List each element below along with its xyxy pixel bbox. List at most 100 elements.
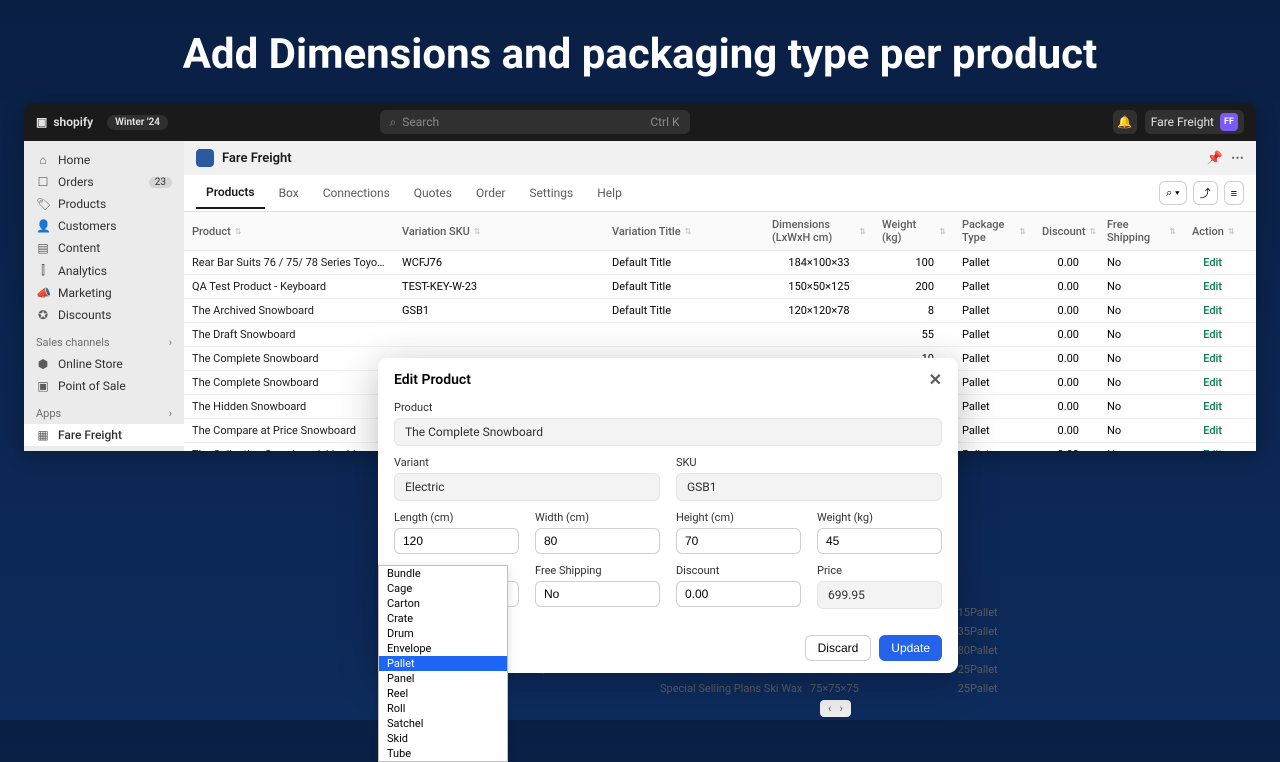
table-header: Product ⇅Variation SKU ⇅Variation Title … — [184, 212, 1256, 251]
sidebar-item-home[interactable]: ⌂Home — [24, 149, 184, 171]
product-field: The Complete Snowboard — [394, 418, 942, 446]
sidebar: ⌂Home☐Orders23🏷Products👤Customers▤Conten… — [24, 141, 184, 451]
close-button[interactable]: ✕ — [929, 370, 942, 389]
dropdown-option-pallet[interactable]: Pallet — [379, 656, 507, 671]
sidebar-item-orders[interactable]: ☐Orders23 — [24, 171, 184, 193]
dropdown-option-tube[interactable]: Tube — [379, 746, 507, 761]
dropdown-option-skid[interactable]: Skid — [379, 731, 507, 746]
tab-settings[interactable]: Settings — [519, 178, 583, 208]
table-row: The Archived SnowboardGSB1Default Title1… — [184, 299, 1256, 323]
sku-field: GSB1 — [676, 473, 942, 501]
package-type-dropdown[interactable]: BundleCageCartonCrateDrumEnvelopePalletP… — [378, 565, 508, 762]
table-row: QA Test Product - KeyboardTEST-KEY-W-23D… — [184, 275, 1256, 299]
edit-button[interactable]: Edit — [1184, 299, 1234, 322]
column-header[interactable]: Variation Title ⇅ — [604, 219, 764, 244]
more-button[interactable]: ⋯ — [1231, 151, 1244, 166]
sidebar-item-analytics[interactable]: ⫿Analytics — [24, 259, 184, 282]
table-row: Rear Bar Suits 76 / 75/ 78 Series Toyota… — [184, 251, 1256, 275]
column-header[interactable]: Discount ⇅ — [1034, 219, 1099, 244]
column-header[interactable]: Weight (kg) ⇅ — [874, 212, 954, 250]
notifications-button[interactable]: 🔔 — [1113, 110, 1137, 134]
tab-box[interactable]: Box — [269, 178, 309, 208]
edit-button[interactable]: Edit — [1184, 347, 1234, 370]
brand-logo: ▣ shopify Winter '24 — [36, 115, 168, 130]
column-header[interactable]: Action ⇅ — [1184, 219, 1234, 244]
orders-count: 23 — [149, 177, 172, 188]
edit-button[interactable]: Edit — [1184, 395, 1234, 418]
home-icon: ⌂ — [36, 153, 50, 167]
width-input[interactable] — [535, 528, 660, 554]
search-filter-button[interactable]: ⌕ ▾ — [1159, 181, 1187, 205]
dropdown-option-envelope[interactable]: Envelope — [379, 641, 507, 656]
chevron-right-icon[interactable]: › — [169, 407, 172, 420]
edit-button[interactable]: Edit — [1184, 443, 1234, 451]
dropdown-option-reel[interactable]: Reel — [379, 686, 507, 701]
price-label: Price — [817, 564, 942, 577]
tabs: ProductsBoxConnectionsQuotesOrderSetting… — [184, 175, 1256, 212]
free-shipping-select[interactable] — [535, 581, 660, 607]
variant-field: Electric — [394, 473, 660, 501]
sidebar-item-content[interactable]: ▤Content — [24, 237, 184, 259]
dropdown-option-roll[interactable]: Roll — [379, 701, 507, 716]
discard-button[interactable]: Discard — [805, 635, 872, 661]
search-icon: ⌕ — [390, 115, 397, 130]
export-button[interactable]: ⤴ — [1193, 181, 1218, 205]
dropdown-option-cage[interactable]: Cage — [379, 581, 507, 596]
orders-icon: ☐ — [36, 175, 50, 189]
tab-quotes[interactable]: Quotes — [404, 178, 462, 208]
edit-button[interactable]: Edit — [1184, 275, 1234, 298]
dropdown-option-panel[interactable]: Panel — [379, 671, 507, 686]
products-icon: 🏷 — [36, 197, 50, 211]
column-header[interactable]: Product ⇅ — [184, 219, 394, 244]
tab-products[interactable]: Products — [196, 177, 265, 209]
search-input[interactable]: ⌕Search Ctrl K — [380, 110, 690, 134]
discounts-icon: ✪ — [36, 308, 50, 322]
column-header[interactable]: Package Type ⇅ — [954, 212, 1034, 250]
user-menu[interactable]: Fare Freight FF — [1145, 110, 1244, 134]
sidebar-item-discounts[interactable]: ✪Discounts — [24, 304, 184, 326]
content-icon: ▤ — [36, 241, 50, 255]
length-input[interactable] — [394, 528, 519, 554]
search-shortcut: Ctrl K — [650, 115, 679, 129]
pagination[interactable]: ‹ › — [820, 700, 851, 717]
page-title: Fare Freight — [222, 151, 292, 166]
dropdown-option-satchel[interactable]: Satchel — [379, 716, 507, 731]
dropdown-option-bundle[interactable]: Bundle — [379, 566, 507, 581]
height-input[interactable] — [676, 528, 801, 554]
edit-button[interactable]: Edit — [1184, 251, 1234, 274]
column-header[interactable]: Dimensions (LxWxH cm) ⇅ — [764, 212, 874, 250]
weight-label: Weight (kg) — [817, 511, 942, 524]
discount-input[interactable] — [676, 581, 801, 607]
edit-button[interactable]: Edit — [1184, 371, 1234, 394]
user-name: Fare Freight — [1151, 115, 1214, 129]
tab-help[interactable]: Help — [587, 178, 632, 208]
chevron-right-icon[interactable]: › — [169, 336, 172, 349]
update-button[interactable]: Update — [879, 635, 942, 661]
sidebar-item-online-store[interactable]: ⬢Online Store — [24, 353, 184, 375]
edit-button[interactable]: Edit — [1184, 323, 1234, 346]
sidebar-item-products[interactable]: 🏷Products — [24, 193, 184, 215]
bell-icon: 🔔 — [1117, 115, 1132, 129]
brand-text: shopify — [53, 115, 93, 129]
dropdown-option-crate[interactable]: Crate — [379, 611, 507, 626]
sidebar-item-point-of-sale[interactable]: ▣Point of Sale — [24, 375, 184, 397]
customers-icon: 👤 — [36, 219, 50, 233]
filter-button[interactable]: ≡ — [1224, 181, 1244, 205]
edit-button[interactable]: Edit — [1184, 419, 1234, 442]
pin-button[interactable]: 📌 — [1207, 151, 1223, 166]
hero-title: Add Dimensions and packaging type per pr… — [0, 0, 1280, 103]
page-header: Fare Freight 📌 ⋯ — [184, 141, 1256, 175]
weight-input[interactable] — [817, 528, 942, 554]
width-label: Width (cm) — [535, 511, 660, 524]
sidebar-section: Sales channels› — [24, 326, 184, 353]
dropdown-option-drum[interactable]: Drum — [379, 626, 507, 641]
free-shipping-label: Free Shipping — [535, 564, 660, 577]
column-header[interactable]: Variation SKU ⇅ — [394, 219, 604, 244]
dropdown-option-carton[interactable]: Carton — [379, 596, 507, 611]
column-header[interactable]: Free Shipping ⇅ — [1099, 212, 1184, 250]
tab-order[interactable]: Order — [466, 178, 515, 208]
sidebar-item-fare-freight[interactable]: ▦Fare Freight — [24, 424, 184, 446]
tab-connections[interactable]: Connections — [313, 178, 400, 208]
sidebar-item-customers[interactable]: 👤Customers — [24, 215, 184, 237]
sidebar-item-marketing[interactable]: 📣Marketing — [24, 282, 184, 304]
